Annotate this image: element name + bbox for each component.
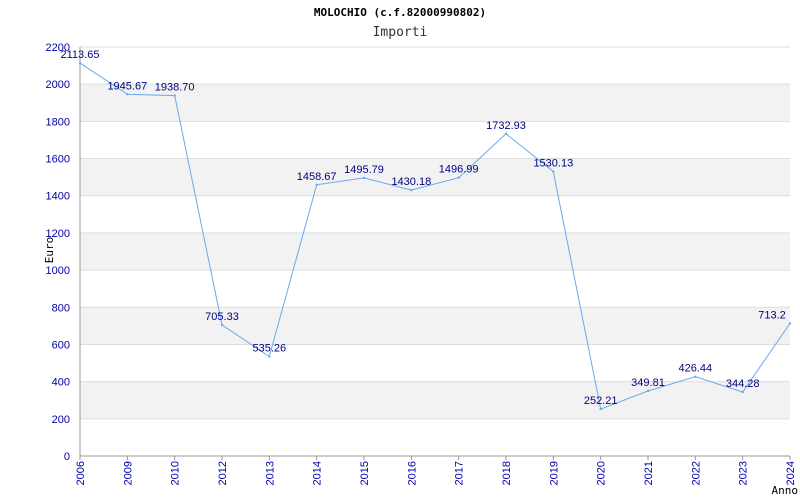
x-tick-label: 2018	[501, 461, 513, 485]
data-point	[410, 188, 413, 192]
y-tick-label: 1000	[46, 265, 70, 277]
data-label: 344.28	[726, 378, 760, 390]
data-point	[504, 132, 508, 136]
x-tick-label: 2021	[643, 461, 655, 485]
data-point	[126, 93, 129, 96]
x-tick-label: 2020	[596, 461, 608, 485]
y-tick-label: 0	[64, 451, 70, 463]
x-tick-label: 2012	[217, 461, 229, 485]
x-tick-label: 2006	[75, 461, 87, 485]
data-point	[362, 176, 366, 180]
data-point	[694, 375, 697, 378]
data-label: 349.81	[631, 377, 665, 389]
y-tick-label: 1600	[46, 154, 70, 166]
chart-page: MOLOCHIO (c.f.82000990802) Importi 0 200 4…	[0, 0, 800, 500]
data-label: 426.44	[679, 363, 713, 375]
x-tick-label: 2017	[454, 461, 466, 485]
x-tick-label: 2013	[264, 461, 276, 485]
grid-band	[80, 307, 790, 345]
y-tick-label: 200	[52, 414, 70, 426]
y-tick-label: 400	[52, 377, 70, 389]
chart-svg: 0200400600800100012001400160018002000220…	[43, 42, 799, 497]
grid-band	[80, 232, 790, 271]
x-tick-label: 2024	[785, 461, 797, 485]
data-point	[78, 61, 82, 65]
data-label: 252.21	[584, 395, 618, 407]
x-tick-label: 2016	[406, 461, 418, 485]
data-label: 1530.13	[533, 158, 573, 170]
data-label: 535.26	[253, 342, 287, 354]
data-point	[268, 355, 271, 358]
data-point	[315, 183, 318, 187]
x-axis-title: Anno	[772, 484, 799, 497]
data-label: 1938.70	[155, 82, 195, 94]
data-label: 1495.79	[344, 164, 384, 176]
data-point	[220, 323, 224, 327]
y-tick-label: 800	[52, 302, 70, 314]
data-label: 1430.18	[391, 176, 431, 188]
x-tick-label: 2009	[122, 461, 134, 485]
data-point	[552, 170, 555, 173]
data-label: 1496.99	[439, 164, 479, 176]
data-label: 705.33	[205, 311, 239, 323]
y-axis-title: Euro	[43, 237, 56, 264]
x-tick-label: 2015	[359, 461, 371, 485]
data-point	[457, 176, 460, 179]
grid-band	[80, 381, 790, 419]
x-tick-label: 2022	[690, 461, 702, 485]
data-point	[788, 322, 792, 325]
x-tick-label: 2019	[548, 461, 560, 485]
y-tick-label: 1400	[46, 191, 70, 203]
data-label: 1732.93	[486, 120, 526, 132]
data-label: 1945.67	[107, 80, 147, 92]
data-point	[646, 389, 650, 393]
data-point	[599, 407, 602, 411]
data-label: 1458.67	[297, 171, 337, 183]
x-tick-label: 2014	[312, 461, 324, 485]
x-tick-label: 2023	[738, 461, 750, 485]
y-tick-label: 1800	[46, 116, 70, 128]
y-tick-label: 2000	[46, 79, 70, 91]
grid-band	[80, 158, 790, 196]
data-point	[173, 94, 176, 97]
data-point	[741, 390, 744, 394]
y-tick-label: 600	[52, 339, 70, 351]
data-label: 2113.65	[61, 49, 100, 61]
data-label: 713.2	[758, 309, 786, 321]
x-tick-label: 2010	[170, 461, 182, 485]
